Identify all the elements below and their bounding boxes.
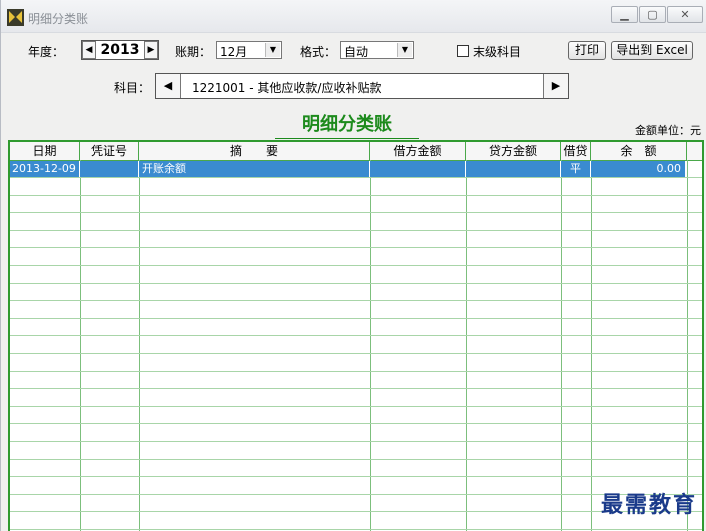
subject-prev-button[interactable]: ◀ bbox=[156, 74, 181, 98]
grid-row-line bbox=[10, 423, 702, 424]
grid-row-line bbox=[10, 230, 702, 231]
app-logo-icon bbox=[7, 9, 24, 26]
col-header-voucher: 凭证号 bbox=[80, 142, 139, 160]
chevron-down-icon: ▼ bbox=[397, 43, 412, 57]
col-header-date: 日期 bbox=[10, 142, 80, 160]
year-next-button[interactable]: ▶ bbox=[144, 41, 158, 59]
grid-row-line bbox=[10, 459, 702, 460]
detail-ledger-window: 明细分类账 ▁ ▢ ✕ 年度： ◀ 2013 ▶ 账期： 12月 ▼ 格式： 自… bbox=[0, 0, 706, 531]
grid-row-line bbox=[10, 300, 702, 301]
maximize-icon: ▢ bbox=[647, 8, 658, 21]
grid-row-line bbox=[10, 494, 702, 495]
period-select[interactable]: 12月 ▼ bbox=[216, 41, 282, 59]
grid-row-line bbox=[10, 353, 702, 354]
report-title: 明细分类账 bbox=[275, 110, 419, 139]
subject-selector[interactable]: ◀ 1221001 - 其他应收款/应收补贴款 ▶ bbox=[155, 73, 569, 99]
watermark-logo: 最需教育 bbox=[600, 492, 697, 518]
col-header-summary: 摘 要 bbox=[139, 142, 370, 160]
subject-label: 科目： bbox=[114, 81, 151, 95]
grid-row-line bbox=[10, 388, 702, 389]
cell-direction: 平 bbox=[561, 161, 591, 177]
grid-row-line bbox=[10, 441, 702, 442]
cell-voucher bbox=[80, 161, 139, 177]
col-header-direction: 借贷 bbox=[561, 142, 591, 160]
grid-row-line bbox=[10, 511, 702, 512]
triangle-right-icon: ▶ bbox=[551, 79, 561, 92]
cell-debit bbox=[370, 161, 466, 177]
grid-row-line bbox=[10, 371, 702, 372]
last-level-label: 末级科目 bbox=[473, 45, 522, 59]
export-excel-button[interactable]: 导出到 Excel bbox=[611, 41, 693, 60]
period-label: 账期： bbox=[175, 45, 212, 59]
triangle-left-icon: ◀ bbox=[163, 79, 173, 92]
amount-unit-label: 金额单位：元 bbox=[635, 124, 701, 137]
chevron-down-icon: ▼ bbox=[265, 43, 280, 57]
minimize-icon: ▁ bbox=[620, 8, 629, 21]
col-header-credit: 贷方金额 bbox=[466, 142, 561, 160]
grid-row-line bbox=[10, 335, 702, 336]
close-icon: ✕ bbox=[680, 8, 690, 21]
triangle-right-icon: ▶ bbox=[147, 45, 155, 55]
window-title: 明细分类账 bbox=[28, 12, 89, 26]
ledger-table[interactable]: 日期 凭证号 摘 要 借方金额 贷方金额 借贷 余 额 2013-12-09 开… bbox=[8, 140, 704, 531]
format-label: 格式： bbox=[300, 45, 337, 59]
cell-credit bbox=[466, 161, 561, 177]
maximize-button[interactable]: ▢ bbox=[639, 6, 666, 23]
subject-value: 1221001 - 其他应收款/应收补贴款 bbox=[192, 81, 382, 95]
subject-next-button[interactable]: ▶ bbox=[543, 74, 568, 98]
cell-date: 2013-12-09 bbox=[12, 161, 80, 177]
year-value: 2013 bbox=[100, 42, 140, 58]
last-level-checkbox[interactable] bbox=[457, 45, 469, 57]
year-prev-button[interactable]: ◀ bbox=[82, 41, 96, 59]
year-label: 年度： bbox=[28, 45, 65, 59]
format-select[interactable]: 自动 ▼ bbox=[340, 41, 414, 59]
grid-row-line bbox=[10, 318, 702, 319]
grid-row-line bbox=[10, 283, 702, 284]
format-value: 自动 bbox=[344, 45, 369, 59]
close-button[interactable]: ✕ bbox=[667, 6, 703, 23]
col-header-balance: 余 额 bbox=[591, 142, 687, 160]
grid-row-line bbox=[10, 476, 702, 477]
table-header: 日期 凭证号 摘 要 借方金额 贷方金额 借贷 余 额 bbox=[10, 142, 702, 161]
title-bar: 明细分类账 ▁ ▢ ✕ bbox=[1, 0, 706, 33]
year-spinner[interactable]: ◀ 2013 ▶ bbox=[81, 40, 159, 60]
grid-row-line bbox=[10, 212, 702, 213]
grid-row-line bbox=[10, 406, 702, 407]
grid-row-line bbox=[10, 247, 702, 248]
period-value: 12月 bbox=[220, 45, 248, 59]
col-header-debit: 借方金额 bbox=[370, 142, 466, 160]
cell-balance: 0.00 bbox=[591, 161, 686, 177]
minimize-button[interactable]: ▁ bbox=[611, 6, 638, 23]
cell-summary: 开账余额 bbox=[142, 161, 370, 177]
grid-row-line bbox=[10, 195, 702, 196]
triangle-left-icon: ◀ bbox=[85, 45, 93, 55]
grid-row-line bbox=[10, 177, 702, 178]
grid-row-line bbox=[10, 265, 702, 266]
print-button[interactable]: 打印 bbox=[568, 41, 606, 60]
grid-row-line bbox=[10, 529, 702, 530]
